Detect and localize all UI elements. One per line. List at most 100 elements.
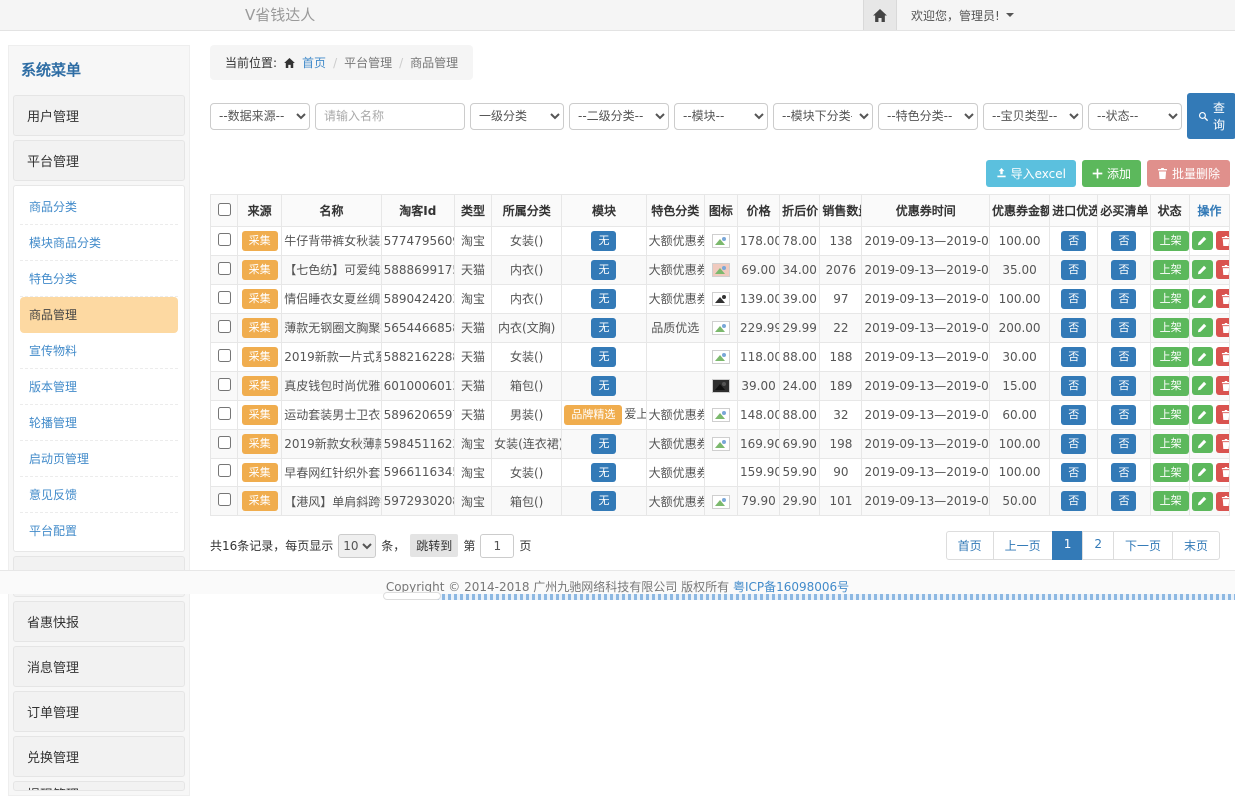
delete-button[interactable] (1216, 289, 1230, 308)
sidebar-link-7[interactable]: 版本管理 (20, 369, 178, 405)
horizontal-scrollbar[interactable] (400, 594, 1235, 600)
row-checkbox[interactable] (218, 320, 231, 333)
row-checkbox[interactable] (218, 378, 231, 391)
level1-category-select[interactable]: 一级分类 (470, 103, 564, 130)
edit-button[interactable] (1192, 260, 1213, 279)
row-checkbox[interactable] (218, 464, 231, 477)
row-checkbox[interactable] (218, 436, 231, 449)
module-sub-category-select[interactable]: --模块下分类-- (773, 103, 873, 130)
sidebar-section-14[interactable]: 消息管理 (13, 646, 185, 687)
name-input[interactable] (315, 103, 465, 130)
edit-button[interactable] (1192, 231, 1213, 250)
must-buy-toggle-badge[interactable]: 否 (1111, 231, 1136, 251)
sidebar-link-11[interactable]: 平台配置 (20, 513, 178, 548)
sidebar-link-3[interactable]: 模块商品分类 (20, 225, 178, 261)
module-badge[interactable]: 无 (591, 231, 616, 251)
must-buy-toggle-badge[interactable]: 否 (1111, 376, 1136, 396)
delete-button[interactable] (1216, 463, 1230, 482)
must-buy-toggle-badge[interactable]: 否 (1111, 289, 1136, 309)
imported-toggle-badge[interactable]: 否 (1061, 405, 1086, 425)
delete-button[interactable] (1216, 318, 1230, 337)
imported-toggle-badge[interactable]: 否 (1061, 491, 1086, 511)
page-button-2[interactable]: 1 (1052, 531, 1084, 560)
imported-toggle-badge[interactable]: 否 (1061, 260, 1086, 280)
home-button[interactable] (863, 0, 897, 30)
module-badge[interactable]: 无 (591, 463, 616, 483)
must-buy-toggle-badge[interactable]: 否 (1111, 260, 1136, 280)
must-buy-toggle-badge[interactable]: 否 (1111, 491, 1136, 511)
edit-button[interactable] (1192, 434, 1213, 453)
status-badge[interactable]: 上架 (1153, 289, 1189, 309)
select-all-checkbox[interactable] (218, 203, 231, 216)
sidebar-section-17[interactable]: 提现管理 (13, 781, 185, 791)
sidebar-link-2[interactable]: 商品分类 (20, 189, 178, 225)
module-badge[interactable]: 无 (591, 434, 616, 454)
must-buy-toggle-badge[interactable]: 否 (1111, 463, 1136, 483)
sidebar-link-8[interactable]: 轮播管理 (20, 405, 178, 441)
page-button-0[interactable]: 首页 (946, 531, 994, 560)
delete-button[interactable] (1216, 434, 1230, 453)
user-menu[interactable]: 欢迎您，管理员! (897, 0, 1028, 30)
row-checkbox[interactable] (218, 291, 231, 304)
must-buy-toggle-badge[interactable]: 否 (1111, 405, 1136, 425)
module-badge[interactable]: 无 (591, 289, 616, 309)
module-badge[interactable]: 无 (591, 491, 616, 511)
page-button-3[interactable]: 2 (1082, 531, 1114, 560)
sidebar-section-16[interactable]: 兑换管理 (13, 736, 185, 777)
status-badge[interactable]: 上架 (1153, 347, 1189, 367)
sidebar-section-0[interactable]: 用户管理 (13, 95, 185, 136)
page-button-5[interactable]: 末页 (1172, 531, 1220, 560)
module-badge[interactable]: 无 (591, 347, 616, 367)
edit-button[interactable] (1192, 347, 1213, 366)
must-buy-toggle-badge[interactable]: 否 (1111, 347, 1136, 367)
status-badge[interactable]: 上架 (1153, 318, 1189, 338)
feature-category-select[interactable]: --特色分类-- (878, 103, 978, 130)
import-excel-button[interactable]: 导入excel (986, 160, 1076, 187)
add-button[interactable]: 添加 (1082, 160, 1141, 187)
must-buy-toggle-badge[interactable]: 否 (1111, 434, 1136, 454)
status-badge[interactable]: 上架 (1153, 491, 1189, 511)
sidebar-section-13[interactable]: 省惠快报 (13, 601, 185, 642)
sidebar-link-6[interactable]: 宣传物料 (20, 333, 178, 369)
delete-button[interactable] (1216, 347, 1230, 366)
delete-button[interactable] (1216, 376, 1230, 395)
edit-button[interactable] (1192, 463, 1213, 482)
status-badge[interactable]: 上架 (1153, 231, 1189, 251)
sidebar-link-5[interactable]: 商品管理 (20, 297, 178, 333)
breadcrumb-home-link[interactable]: 首页 (302, 54, 326, 71)
module-badge[interactable]: 无 (591, 318, 616, 338)
row-checkbox[interactable] (218, 233, 231, 246)
edit-button[interactable] (1192, 289, 1213, 308)
imported-toggle-badge[interactable]: 否 (1061, 376, 1086, 396)
delete-button[interactable] (1216, 260, 1230, 279)
item-type-select[interactable]: --宝贝类型-- (983, 103, 1083, 130)
module-select[interactable]: --模块-- (674, 103, 768, 130)
edit-button[interactable] (1192, 318, 1213, 337)
row-checkbox[interactable] (218, 407, 231, 420)
module-badge[interactable]: 无 (591, 260, 616, 280)
status-badge[interactable]: 上架 (1153, 405, 1189, 425)
sidebar-link-9[interactable]: 启动页管理 (20, 441, 178, 477)
page-button-4[interactable]: 下一页 (1113, 531, 1173, 560)
row-checkbox[interactable] (218, 262, 231, 275)
row-checkbox[interactable] (218, 493, 231, 506)
imported-toggle-badge[interactable]: 否 (1061, 231, 1086, 251)
imported-toggle-badge[interactable]: 否 (1061, 347, 1086, 367)
imported-toggle-badge[interactable]: 否 (1061, 463, 1086, 483)
edit-button[interactable] (1192, 492, 1213, 511)
status-badge[interactable]: 上架 (1153, 376, 1189, 396)
module-badge[interactable]: 无 (591, 376, 616, 396)
search-button[interactable]: 查询 (1187, 93, 1235, 139)
jump-button[interactable]: 跳转到 (410, 534, 458, 557)
module-badge[interactable]: 品牌精选 (564, 405, 622, 425)
delete-button[interactable] (1216, 231, 1230, 250)
batch-delete-button[interactable]: 批量删除 (1147, 160, 1230, 187)
horizontal-scrollbar-thumb[interactable] (383, 592, 441, 600)
status-select[interactable]: --状态-- (1088, 103, 1182, 130)
must-buy-toggle-badge[interactable]: 否 (1111, 318, 1136, 338)
sidebar-section-1[interactable]: 平台管理 (13, 140, 185, 181)
edit-button[interactable] (1192, 376, 1213, 395)
delete-button[interactable] (1216, 492, 1230, 511)
per-page-select[interactable]: 10 (338, 534, 376, 558)
edit-button[interactable] (1192, 405, 1213, 424)
